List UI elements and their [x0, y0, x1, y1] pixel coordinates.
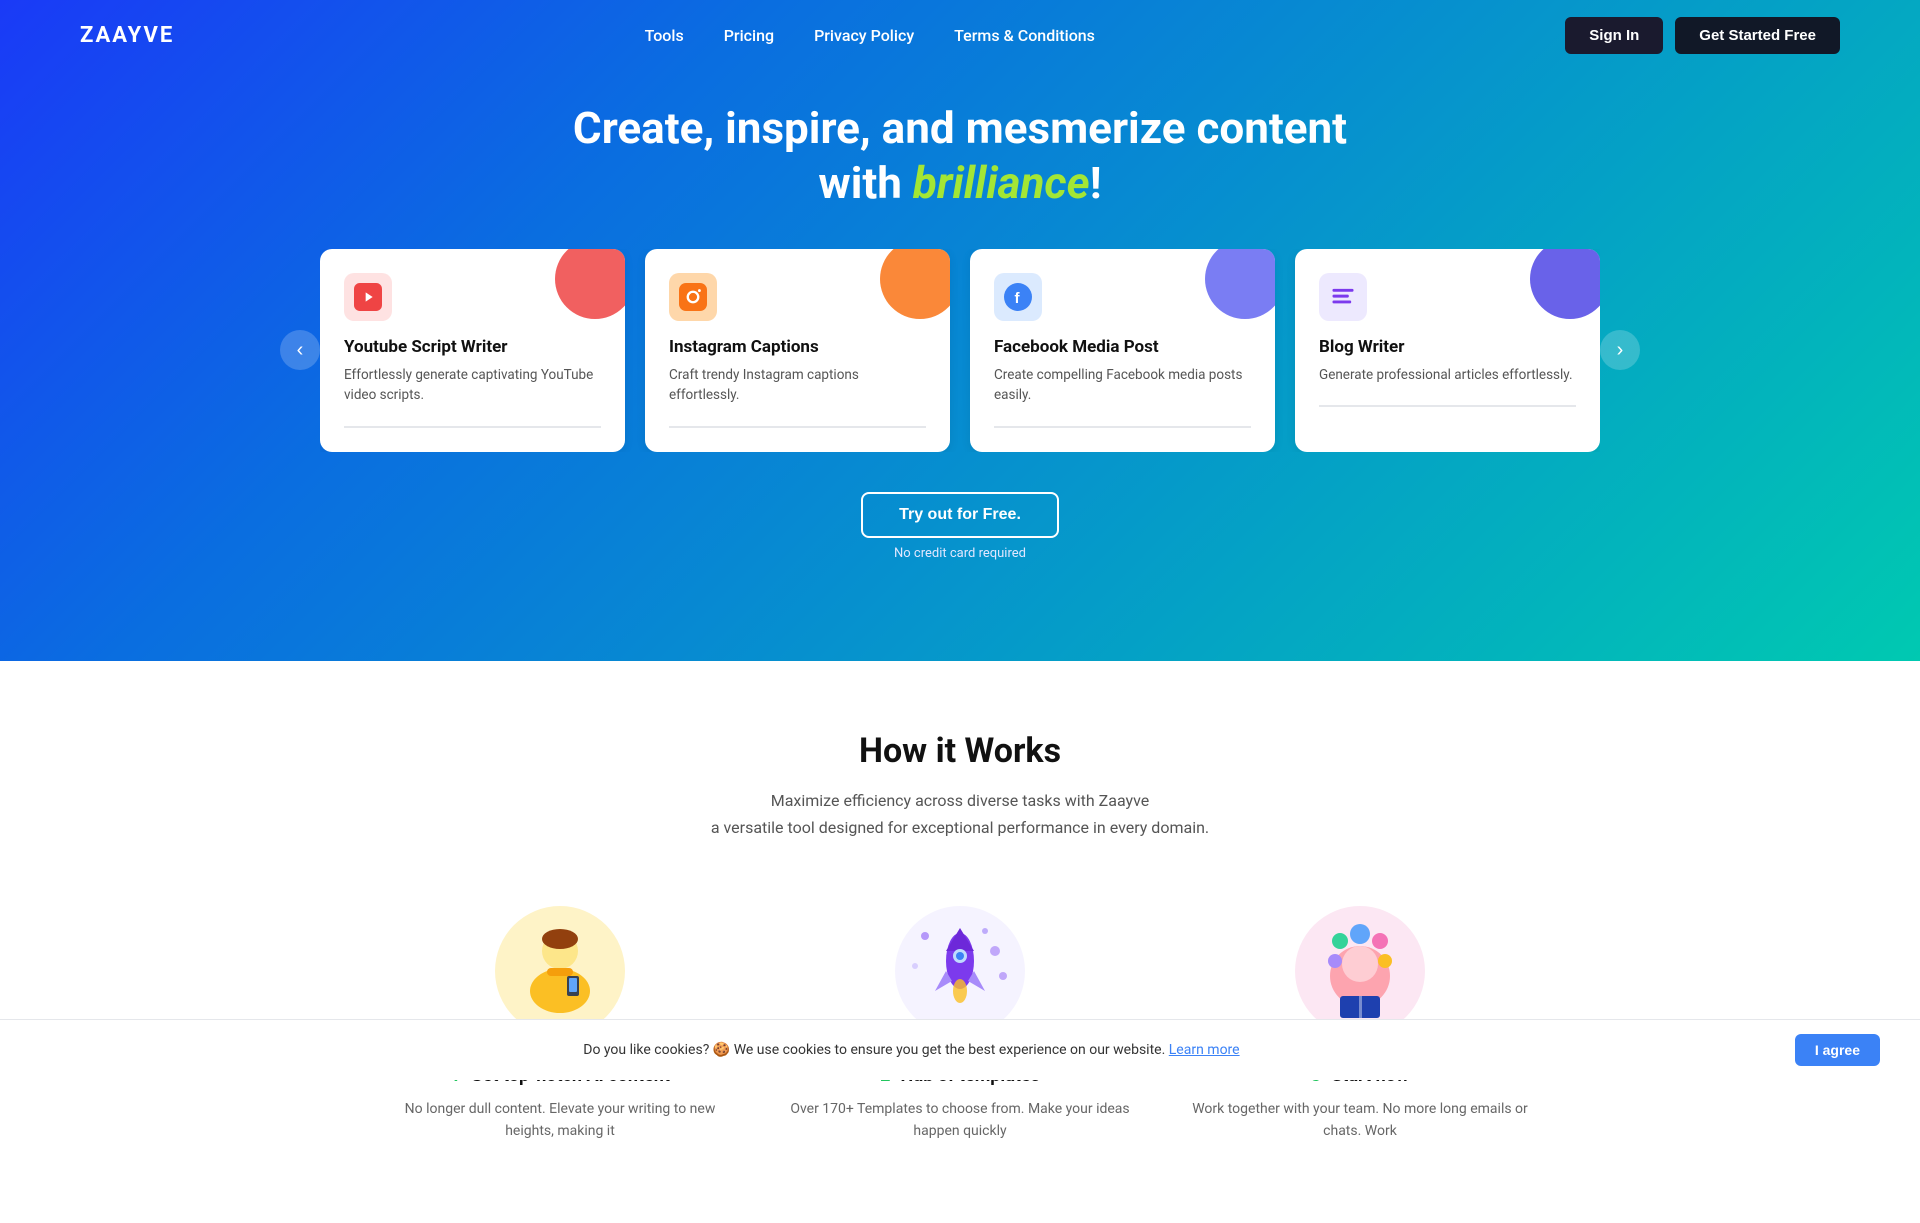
header-buttons: Sign In Get Started Free — [1565, 17, 1840, 54]
main-nav: Tools Pricing Privacy Policy Terms & Con… — [645, 26, 1095, 45]
card-divider — [1319, 405, 1576, 407]
cards-wrapper: Youtube Script Writer Effortlessly gener… — [320, 249, 1600, 452]
card-divider — [669, 426, 926, 428]
brilliance-text: brilliance — [913, 157, 1090, 209]
how-title: How it Works — [80, 731, 1840, 771]
carousel-prev-button[interactable]: ‹ — [280, 330, 320, 370]
card-divider — [994, 426, 1251, 428]
cookie-agree-button[interactable]: I agree — [1795, 1034, 1880, 1066]
card-corner-blob — [880, 249, 950, 319]
cookie-learn-more[interactable]: Learn more — [1169, 1042, 1240, 1058]
step-1-desc: No longer dull content. Elevate your wri… — [390, 1098, 730, 1143]
step-2-desc: Over 170+ Templates to choose from. Make… — [790, 1098, 1130, 1143]
how-it-works-section: How it Works Maximize efficiency across … — [0, 661, 1920, 1223]
card-facebook-title: Facebook Media Post — [994, 337, 1251, 357]
card-blog-desc: Generate professional articles effortles… — [1319, 365, 1576, 385]
card-youtube-desc: Effortlessly generate captivating YouTub… — [344, 365, 601, 406]
instagram-icon-wrap — [669, 273, 717, 321]
cookie-banner: Do you like cookies? 🍪 We use cookies to… — [0, 1019, 1920, 1080]
card-corner-blob — [1205, 249, 1275, 319]
nav-privacy[interactable]: Privacy Policy — [814, 26, 914, 45]
blog-icon-wrap — [1319, 273, 1367, 321]
header: ZAAYVE Tools Pricing Privacy Policy Term… — [0, 0, 1920, 70]
try-free-button[interactable]: Try out for Free. — [861, 492, 1059, 538]
card-facebook-desc: Create compelling Facebook media posts e… — [994, 365, 1251, 406]
cookie-text: Do you like cookies? 🍪 We use cookies to… — [40, 1042, 1783, 1058]
youtube-icon — [354, 283, 382, 311]
card-instagram: Instagram Captions Craft trendy Instagra… — [645, 249, 950, 452]
facebook-icon: f — [1004, 283, 1032, 311]
cards-carousel: ‹ Youtube Script Writer Effortlessly gen… — [0, 249, 1920, 452]
try-section: Try out for Free. No credit card require… — [861, 492, 1059, 601]
no-cc-text: No credit card required — [894, 546, 1026, 561]
nav-pricing[interactable]: Pricing — [724, 26, 774, 45]
hero-title-line2: with brilliance! — [818, 157, 1101, 209]
card-youtube-title: Youtube Script Writer — [344, 337, 601, 357]
logo: ZAAYVE — [80, 23, 174, 48]
getstarted-button[interactable]: Get Started Free — [1675, 17, 1840, 54]
card-instagram-title: Instagram Captions — [669, 337, 926, 357]
blog-icon — [1329, 283, 1357, 311]
hero-section: Create, inspire, and mesmerize content w… — [0, 0, 1920, 661]
instagram-icon — [679, 283, 707, 311]
card-corner-blob — [1530, 249, 1600, 319]
card-blog-title: Blog Writer — [1319, 337, 1576, 357]
step-3-desc: Work together with your team. No more lo… — [1190, 1098, 1530, 1143]
card-blog: Blog Writer Generate professional articl… — [1295, 249, 1600, 452]
signin-button[interactable]: Sign In — [1565, 17, 1663, 54]
card-divider — [344, 426, 601, 428]
card-facebook: f Facebook Media Post Create compelling … — [970, 249, 1275, 452]
card-youtube: Youtube Script Writer Effortlessly gener… — [320, 249, 625, 452]
carousel-next-button[interactable]: › — [1600, 330, 1640, 370]
nav-tools[interactable]: Tools — [645, 26, 684, 45]
hero-title-line1: Create, inspire, and mesmerize content — [573, 100, 1347, 157]
how-desc: Maximize efficiency across diverse tasks… — [80, 787, 1840, 841]
facebook-icon-wrap: f — [994, 273, 1042, 321]
youtube-icon-wrap — [344, 273, 392, 321]
nav-terms[interactable]: Terms & Conditions — [954, 26, 1095, 45]
card-corner-blob — [555, 249, 625, 319]
card-instagram-desc: Craft trendy Instagram captions effortle… — [669, 365, 926, 406]
